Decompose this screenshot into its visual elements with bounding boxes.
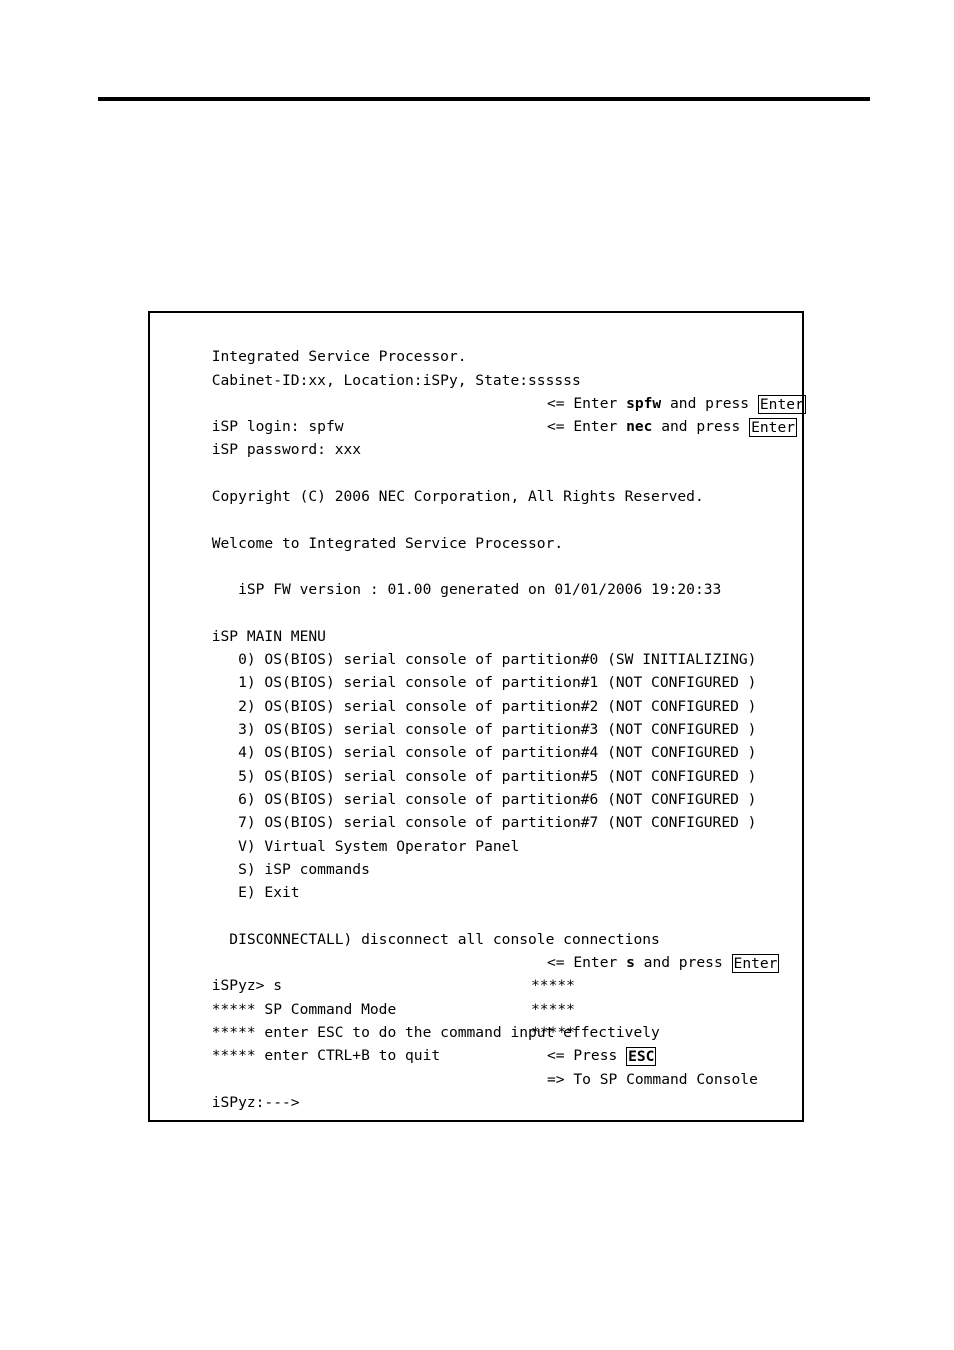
terminal-line-login: iSP login: spfw <= Enter spfw and press … [159,392,806,435]
password-annotation-value: nec [626,418,653,436]
menu-item-partition-1[interactable]: 1) OS(BIOS) serial console of partition#… [159,648,796,691]
banner-right-stars: ***** [531,1000,575,1018]
password-annotation-suffix: and press [652,418,750,436]
menu-item-partition-0[interactable]: 0) OS(BIOS) serial console of partition#… [159,625,796,668]
banner-right-stars: ***** [531,977,575,995]
menu-item-isp-commands[interactable]: S) iSP commands [159,835,796,878]
terminal-line-copyright: Copyright (C) 2006 NEC Corporation, All … [159,462,796,505]
isp-prompt-annotation-value: s [626,954,635,972]
login-annotation: <= Enter spfw and press Enter [547,392,806,415]
press-esc-annotation-prefix: <= Press [547,1047,627,1065]
terminal-line-banner-3: ***** enter CTRL+B to quit ***** [159,1021,796,1064]
terminal-line-password: iSP password: xxx <= Enter nec and press… [159,415,798,458]
press-esc-annotation: <= Press ESC [547,1044,657,1067]
menu-item-partition-2[interactable]: 2) OS(BIOS) serial console of partition#… [159,671,796,715]
esc-key-cap[interactable]: ESC [626,1047,657,1067]
menu-item-partition-3[interactable]: 3) OS(BIOS) serial console of partition#… [159,695,796,738]
login-annotation-suffix: and press [661,394,758,412]
menu-item-exit[interactable]: E) Exit [159,858,796,901]
terminal-line-final-prompt: iSPyz:---> => To SP Command Console [159,1068,796,1111]
password-annotation-prefix: <= Enter [547,418,627,436]
enter-key-cap[interactable]: Enter [749,418,798,438]
menu-item-partition-7[interactable]: 7) OS(BIOS) serial console of partition#… [159,788,796,831]
isp-prompt-annotation-prefix: <= Enter [547,954,627,972]
menu-item-partition-5[interactable]: 5) OS(BIOS) serial console of partition#… [159,741,796,785]
menu-item-partition-4[interactable]: 4) OS(BIOS) serial console of partition#… [159,718,796,761]
terminal-line-press-esc: <= Press ESC [159,1044,796,1067]
password-annotation: <= Enter nec and press Enter [547,415,798,438]
terminal-line-banner-2: ***** enter ESC to do the command input … [159,998,796,1041]
terminal-line-isp-prompt: iSPyz> s <= Enter s and press Enter [159,951,796,994]
login-annotation-prefix: <= Enter [547,394,627,412]
enter-key-cap[interactable]: Enter [731,954,780,974]
terminal-line-fw-version: iSP FW version : 01.00 generated on 01/0… [159,555,796,598]
final-prompt-text: iSPyz:---> [211,1093,300,1111]
terminal-line-menu-title: iSP MAIN MENU [159,602,796,645]
banner-right-stars: ***** [531,1023,575,1041]
menu-item-disconnect-all[interactable]: DISCONNECTALL) disconnect all console co… [159,904,796,948]
isp-prompt-annotation-suffix: and press [634,954,732,972]
menu-item-partition-6[interactable]: 6) OS(BIOS) serial console of partition#… [159,765,796,808]
enter-key-cap[interactable]: Enter [757,394,806,414]
final-prompt-annotation: => To SP Command Console [547,1070,758,1088]
terminal-line-cabinet: Cabinet-ID:xx, Location:iSPy, State:ssss… [159,345,796,389]
login-annotation-value: spfw [626,394,662,412]
terminal-content: Integrated Service Processor. Cabinet-ID… [159,322,806,1111]
page-header-rule [98,97,870,101]
terminal-line-title: Integrated Service Processor. [159,322,796,365]
terminal-line-banner-1: ***** SP Command Mode ***** [159,974,796,1017]
terminal-line-welcome: Welcome to Integrated Service Processor. [159,508,796,552]
isp-prompt-annotation: <= Enter s and press Enter [547,951,780,974]
menu-item-virtual-operator-panel[interactable]: V) Virtual System Operator Panel [159,811,796,855]
terminal-screen: Integrated Service Processor. Cabinet-ID… [148,311,806,1122]
